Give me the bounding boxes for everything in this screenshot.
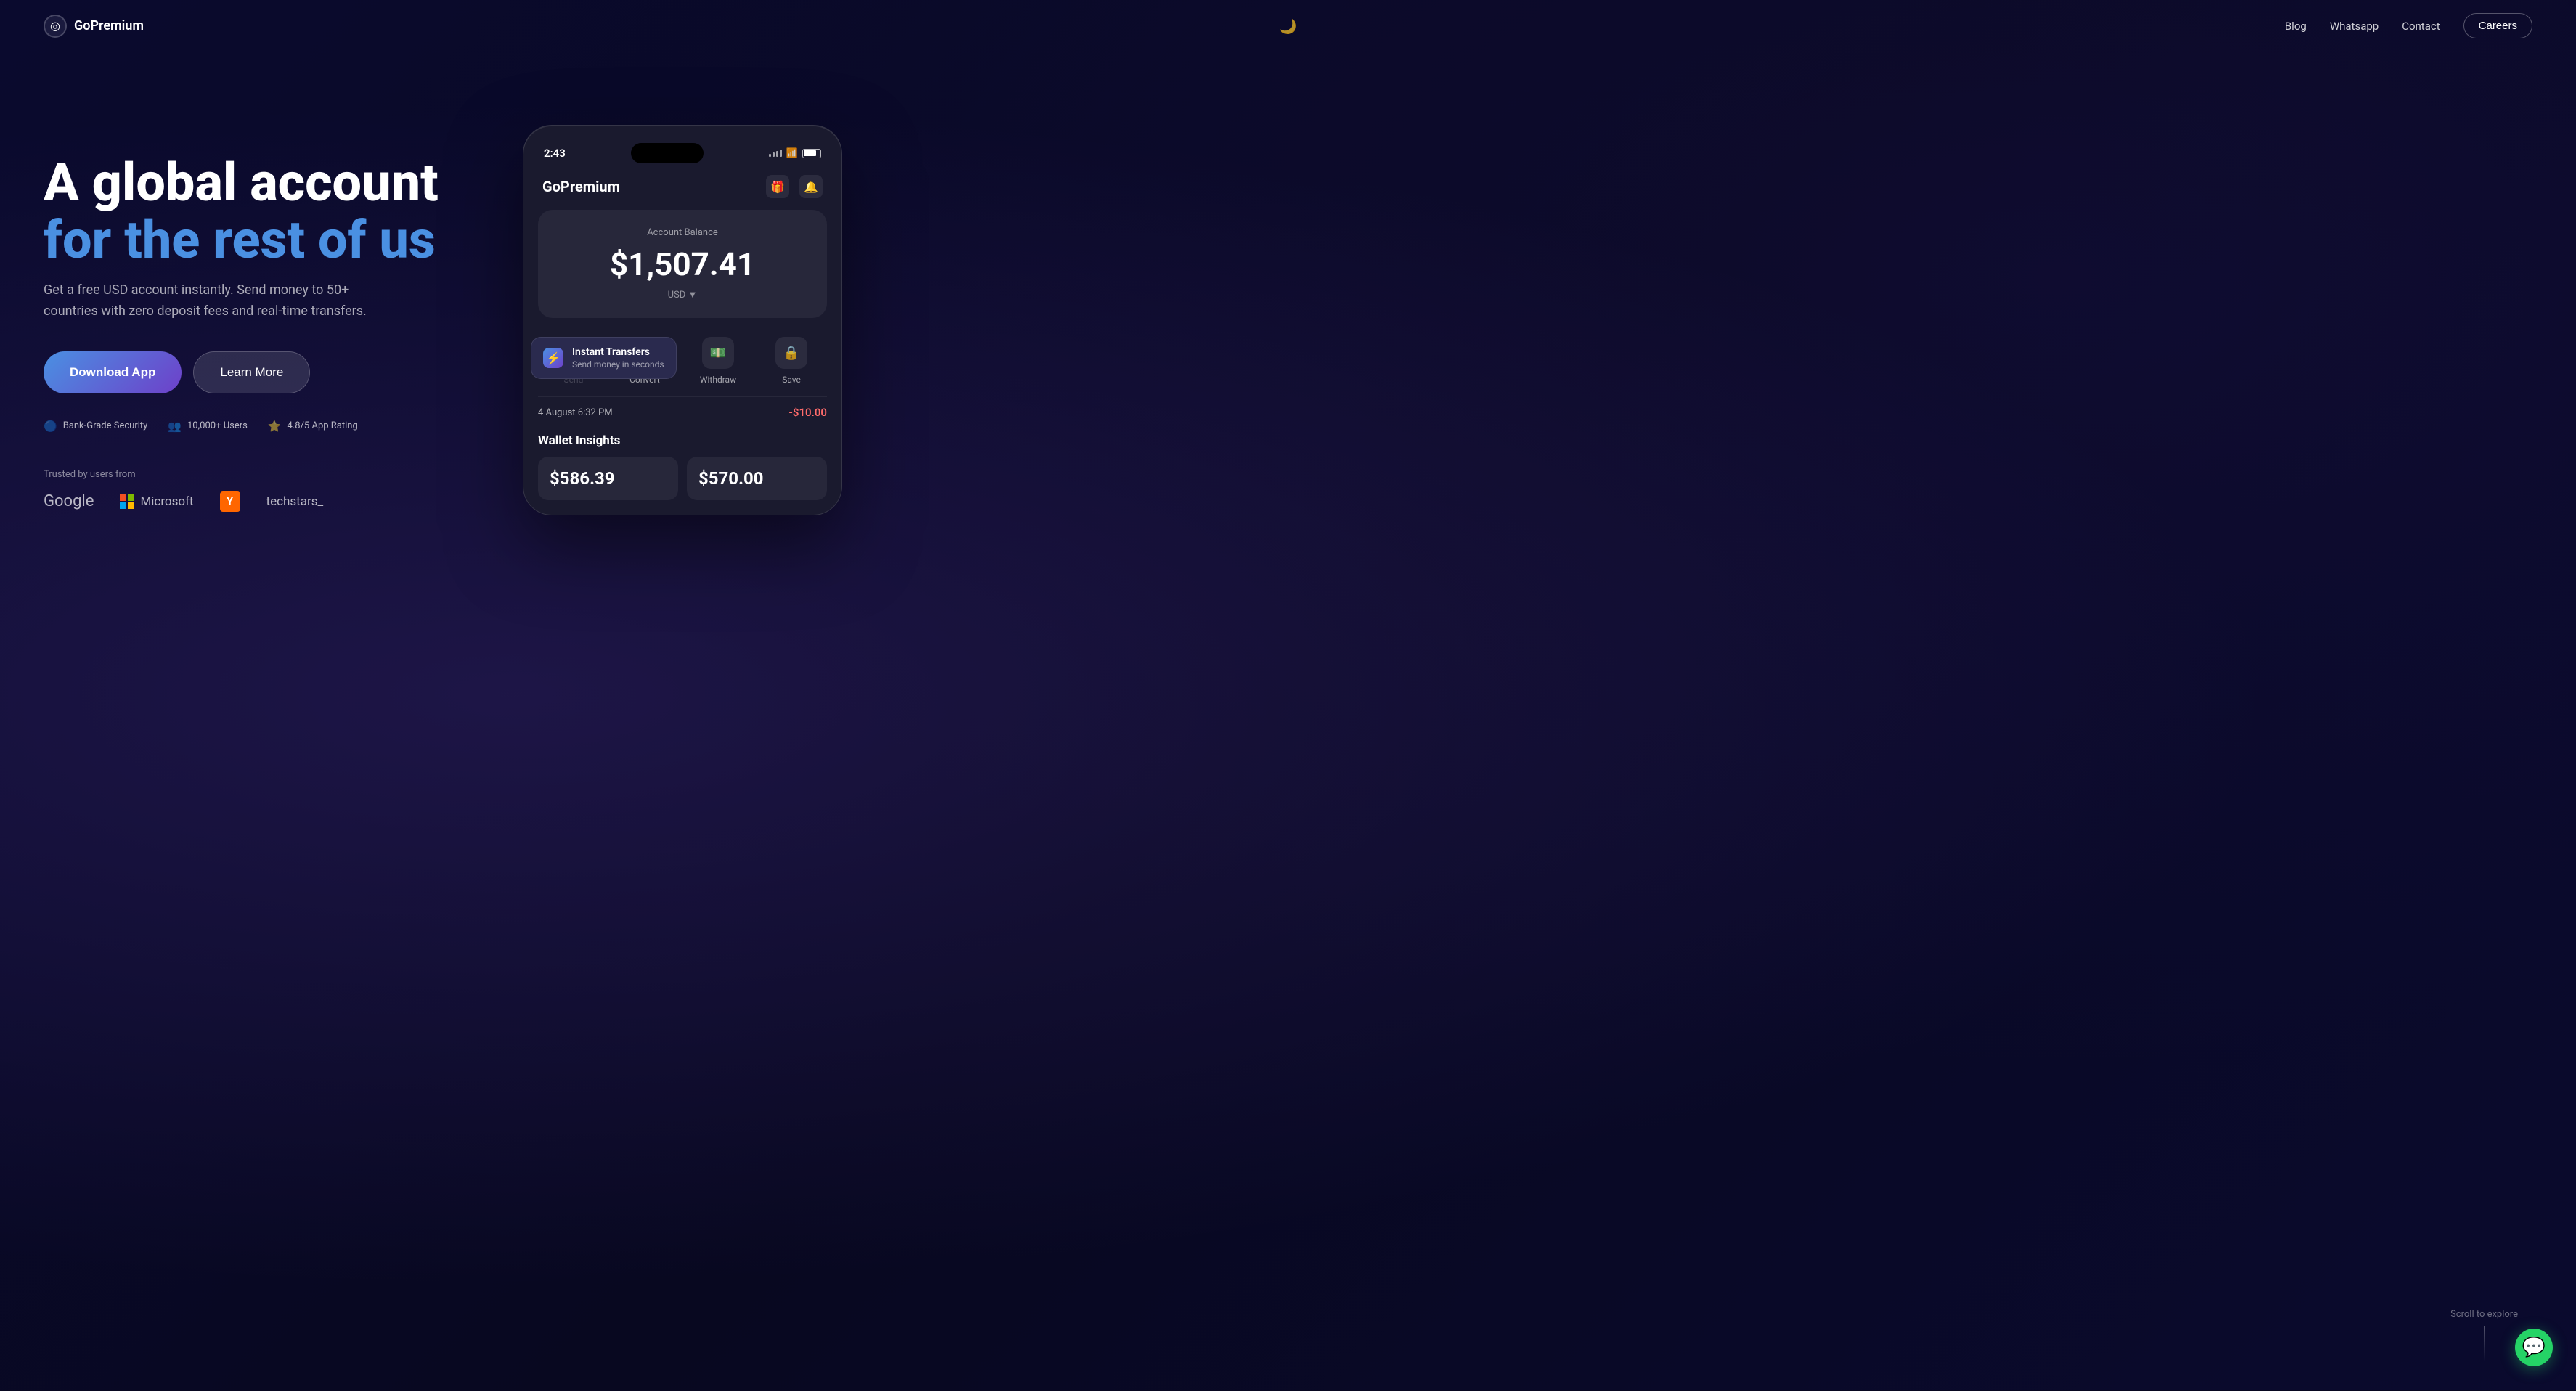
- trusted-section: Trusted by users from Google Microsoft Y…: [44, 469, 479, 512]
- hero-title: A global account for the rest of us: [44, 154, 479, 269]
- trusted-logos: Google Microsoft Y techstars_: [44, 491, 479, 512]
- wallet-insights: Wallet Insights $586.39 $570.00: [538, 433, 827, 500]
- nav-blog[interactable]: Blog: [2285, 20, 2307, 33]
- badge-rating: ⭐ 4.8/5 App Rating: [268, 420, 358, 433]
- download-app-button[interactable]: Download App: [44, 351, 182, 393]
- moon-icon: 🌙: [1279, 17, 1297, 35]
- logo-icon: ◎: [44, 15, 67, 38]
- balance-currency: USD ▼: [555, 289, 810, 301]
- wi-card-1: $586.39: [538, 457, 678, 500]
- signal-bar-3: [776, 151, 778, 157]
- ms-grid-icon: [120, 494, 134, 509]
- learn-more-button[interactable]: Learn More: [193, 351, 310, 393]
- tooltip-icon: ⚡: [546, 351, 561, 365]
- nav-logo[interactable]: ◎ GoPremium: [44, 15, 144, 38]
- ms-cell-green: [128, 494, 134, 501]
- techstars-logo: techstars_: [266, 494, 324, 509]
- nav-center-icon: 🌙: [1279, 17, 1297, 35]
- scroll-line: [2484, 1326, 2485, 1362]
- signal-bar-2: [773, 152, 775, 157]
- wallet-insights-row: $586.39 $570.00: [538, 457, 827, 500]
- wi-amount-2: $570.00: [698, 468, 815, 489]
- phone-frame: 2:43 📶 GoPremium: [523, 125, 842, 515]
- signal-bar-1: [769, 154, 771, 157]
- nav-contact[interactable]: Contact: [2402, 20, 2440, 33]
- transaction-amount: -$10.00: [788, 406, 827, 419]
- scroll-indicator: Scroll to explore: [2450, 1309, 2518, 1362]
- withdraw-label: Withdraw: [700, 375, 736, 385]
- tooltip-title: Instant Transfers: [572, 346, 664, 358]
- hero-title-line1: A global account: [44, 152, 439, 213]
- phone-app-header: GoPremium 🎁 🔔: [538, 172, 827, 210]
- withdraw-icon: 💵: [702, 337, 734, 369]
- phone-app-name: GoPremium: [542, 178, 620, 195]
- badge-rating-text: 4.8/5 App Rating: [288, 420, 358, 431]
- transaction-label: 4 August 6:32 PM: [538, 407, 613, 418]
- wi-card-2: $570.00: [687, 457, 827, 500]
- navbar: ◎ GoPremium 🌙 Blog Whatsapp Contact Care…: [0, 0, 2576, 52]
- status-icons: 📶: [769, 148, 821, 159]
- status-time: 2:43: [544, 147, 566, 160]
- phone-header-icons: 🎁 🔔: [766, 175, 823, 198]
- transaction-item: 4 August 6:32 PM -$10.00: [538, 396, 827, 428]
- wifi-icon: 📶: [786, 148, 798, 159]
- instant-transfers-tooltip: ⚡ Instant Transfers Send money in second…: [531, 337, 677, 379]
- battery-icon: [802, 149, 821, 158]
- ms-cell-yellow: [128, 502, 134, 509]
- balance-label: Account Balance: [555, 227, 810, 238]
- microsoft-logo: Microsoft: [120, 494, 193, 509]
- star-icon: ⭐: [268, 420, 282, 433]
- action-withdraw[interactable]: 💵 Withdraw: [700, 337, 736, 385]
- logo-symbol: ◎: [50, 19, 60, 33]
- security-icon: 🔵: [44, 420, 57, 433]
- hero-badges: 🔵 Bank-Grade Security 👥 10,000+ Users ⭐ …: [44, 420, 479, 433]
- balance-amount: $1,507.41: [555, 245, 810, 283]
- trusted-label: Trusted by users from: [44, 469, 479, 480]
- wallet-insights-title: Wallet Insights: [538, 433, 827, 448]
- signal-icon: [769, 150, 782, 157]
- action-row: ⚡ Instant Transfers Send money in second…: [538, 330, 827, 396]
- hero-buttons: Download App Learn More: [44, 351, 479, 393]
- microsoft-text: Microsoft: [140, 494, 193, 509]
- battery-fill: [804, 150, 816, 156]
- badge-users-text: 10,000+ Users: [187, 420, 248, 431]
- nav-links: Blog Whatsapp Contact Careers: [2285, 13, 2532, 38]
- users-icon: 👥: [168, 420, 182, 433]
- signal-bar-4: [780, 150, 782, 157]
- careers-button[interactable]: Careers: [2463, 13, 2532, 38]
- badge-security: 🔵 Bank-Grade Security: [44, 420, 147, 433]
- ms-cell-red: [120, 494, 126, 501]
- yc-logo: Y: [220, 491, 240, 512]
- hero-section: A global account for the rest of us Get …: [0, 52, 2576, 1391]
- phone-notch: [631, 143, 704, 163]
- whatsapp-fab[interactable]: 💬: [2515, 1329, 2553, 1366]
- google-logo: Google: [44, 492, 94, 510]
- scroll-text: Scroll to explore: [2450, 1309, 2518, 1320]
- badge-security-text: Bank-Grade Security: [63, 420, 148, 431]
- action-save[interactable]: 🔒 Save: [775, 337, 807, 385]
- gift-icon[interactable]: 🎁: [766, 175, 789, 198]
- badge-users: 👥 10,000+ Users: [168, 420, 248, 433]
- logo-text: GoPremium: [74, 18, 144, 33]
- ms-cell-blue: [120, 502, 126, 509]
- lightning-icon: ⚡: [543, 348, 563, 368]
- hero-subtitle: Get a free USD account instantly. Send m…: [44, 280, 392, 322]
- bell-icon[interactable]: 🔔: [799, 175, 823, 198]
- nav-whatsapp[interactable]: Whatsapp: [2330, 20, 2379, 33]
- phone-mockup: 2:43 📶 GoPremium: [523, 125, 842, 515]
- wi-amount-1: $586.39: [550, 468, 667, 489]
- phone-status-bar: 2:43 📶: [538, 140, 827, 172]
- hero-content: A global account for the rest of us Get …: [44, 110, 479, 512]
- tooltip-text: Instant Transfers Send money in seconds: [572, 346, 664, 370]
- save-label: Save: [782, 375, 801, 385]
- balance-card: Account Balance $1,507.41 USD ▼: [538, 210, 827, 318]
- tooltip-subtitle: Send money in seconds: [572, 359, 664, 370]
- hero-title-line2: for the rest of us: [44, 209, 436, 271]
- save-icon: 🔒: [775, 337, 807, 369]
